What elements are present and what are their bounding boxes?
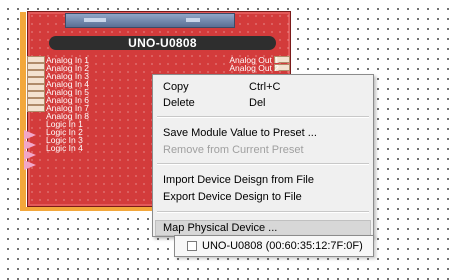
menu-separator xyxy=(157,116,369,118)
device-checkbox[interactable] xyxy=(187,241,197,251)
input-port[interactable] xyxy=(27,105,45,112)
menu-item-export-design[interactable]: Export Device Design to File xyxy=(163,189,302,205)
faceplate-display xyxy=(84,18,106,22)
input-port[interactable] xyxy=(27,91,45,98)
menu-separator xyxy=(157,163,369,165)
faceplate-indicator xyxy=(186,18,200,22)
menu-item-map-physical-device[interactable]: Map Physical Device ... xyxy=(163,220,277,236)
context-menu: Copy Ctrl+C Delete Del Save Module Value… xyxy=(152,74,374,237)
selection-outline-left xyxy=(20,12,26,208)
menu-item-delete[interactable]: Delete xyxy=(163,95,195,111)
menu-item-import-design[interactable]: Import Device Deisgn from File xyxy=(163,172,314,188)
menu-item-copy[interactable]: Copy xyxy=(163,79,189,95)
port-label: Analog Out 2 xyxy=(229,63,279,73)
menu-item-remove-from-preset: Remove from Current Preset xyxy=(163,144,304,156)
input-port[interactable] xyxy=(27,84,45,91)
logic-input-port[interactable] xyxy=(24,130,36,140)
port-label: Logic In 4 xyxy=(46,143,83,153)
input-port[interactable] xyxy=(27,63,45,70)
menu-separator xyxy=(157,211,369,213)
device-faceplate-image xyxy=(65,13,235,28)
logic-input-port[interactable] xyxy=(24,150,36,160)
input-port[interactable] xyxy=(27,56,45,63)
input-port[interactable] xyxy=(27,77,45,84)
device-option[interactable]: UNO-U0808 (00:60:35:12:7F:0F) xyxy=(202,239,363,254)
input-port[interactable] xyxy=(27,70,45,77)
logic-input-port[interactable] xyxy=(24,140,36,150)
submenu-physical-devices: UNO-U0808 (00:60:35:12:7F:0F) xyxy=(174,235,374,257)
module-title: UNO-U0808 xyxy=(49,36,276,50)
logic-input-port[interactable] xyxy=(24,160,36,170)
menu-item-save-to-preset[interactable]: Save Module Value to Preset ... xyxy=(163,125,317,141)
shortcut-copy: Ctrl+C xyxy=(249,81,281,93)
input-port[interactable] xyxy=(27,98,45,105)
shortcut-delete: Del xyxy=(249,97,266,109)
